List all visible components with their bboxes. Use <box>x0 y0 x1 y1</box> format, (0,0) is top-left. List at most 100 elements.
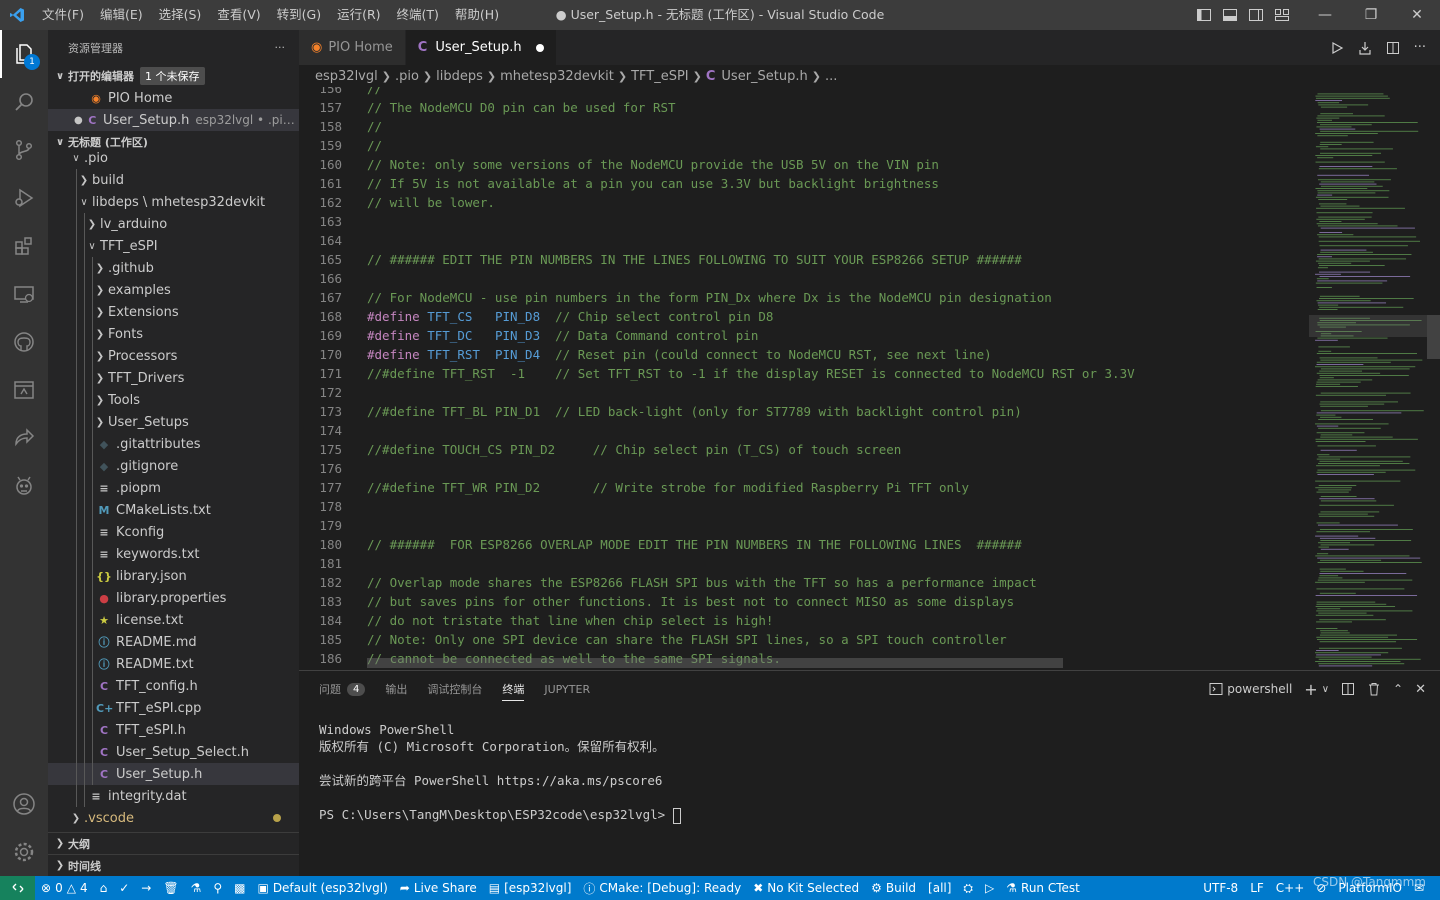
pio-env-selector[interactable]: ▣ Default (esp32lvgl) <box>251 876 393 900</box>
cmake-build-button[interactable]: ⚙ Build <box>865 876 922 900</box>
horizontal-scrollbar[interactable] <box>367 658 1063 668</box>
project-selector[interactable]: ▤ [esp32lvgl] <box>483 876 578 900</box>
outline-header[interactable]: ❯ 大纲 <box>48 832 299 854</box>
tree-item[interactable]: ∨ libdeps \ mhetesp32devkit <box>48 191 299 213</box>
unsaved-dot-icon[interactable] <box>535 43 544 52</box>
terminal-output[interactable]: Windows PowerShell 版权所有 (C) Microsoft Cor… <box>319 721 681 824</box>
close-panel-icon[interactable]: ✕ <box>1415 682 1426 697</box>
panel-tab[interactable]: 调试控制台 <box>417 671 492 707</box>
remote-explorer-activity[interactable] <box>0 270 48 318</box>
menu-item[interactable]: 终端(T) <box>389 0 447 30</box>
pio-test-button[interactable]: ⚗ <box>185 876 208 900</box>
breadcrumb-item[interactable]: User_Setup.h <box>721 69 807 84</box>
problems-indicator[interactable]: ⊗ 0 △ 4 <box>35 876 94 900</box>
tree-item[interactable]: ★ license.txt <box>48 609 299 631</box>
tree-item[interactable]: C TFT_eSPI.h <box>48 719 299 741</box>
menu-item[interactable]: 帮助(H) <box>447 0 507 30</box>
language-selector[interactable]: C++ <box>1270 876 1311 900</box>
maximize-panel-icon[interactable]: ⌃ <box>1393 682 1403 696</box>
tree-item[interactable]: ❯ .github <box>48 257 299 279</box>
launch-button[interactable]: ▷ <box>979 876 1000 900</box>
tree-item[interactable]: ❯ TFT_Drivers <box>48 367 299 389</box>
more-actions-icon[interactable]: ··· <box>1414 40 1426 55</box>
source-control-activity[interactable] <box>0 126 48 174</box>
tree-item[interactable]: ❯ Extensions <box>48 301 299 323</box>
tree-item[interactable]: ❯ build <box>48 169 299 191</box>
more-actions-icon[interactable]: ··· <box>275 41 286 54</box>
chevron-down-icon[interactable]: ∨ <box>1322 684 1329 695</box>
pio-serial-button[interactable]: ⚲ <box>207 876 228 900</box>
build-target-selector[interactable]: [all] <box>922 876 957 900</box>
debug-button[interactable]: ⛭ <box>957 876 979 900</box>
pio-clean-button[interactable]: 🗑 <box>157 876 184 900</box>
kit-selector[interactable]: ✖ No Kit Selected <box>747 876 865 900</box>
panel-tab[interactable]: JUPYTER <box>534 671 600 707</box>
tree-item[interactable]: ❯ Tools <box>48 389 299 411</box>
eol-selector[interactable]: LF <box>1244 876 1270 900</box>
split-editor-icon[interactable] <box>1386 41 1400 55</box>
toggle-panel-icon[interactable] <box>1222 7 1238 23</box>
tab-pio-home[interactable]: ◉ PIO Home <box>299 30 406 65</box>
tree-item[interactable]: ≡ .piopm <box>48 477 299 499</box>
accounts-activity[interactable] <box>0 780 48 828</box>
vertical-scrollbar[interactable] <box>1427 87 1440 669</box>
pio-upload-button[interactable]: → <box>135 876 157 900</box>
scrollbar-thumb[interactable] <box>1427 315 1440 359</box>
panel-tab[interactable]: 问题 4 <box>309 671 375 707</box>
breadcrumb-item[interactable]: mhetesp32devkit <box>500 69 614 84</box>
platformio-activity[interactable] <box>0 462 48 510</box>
tree-item[interactable]: ≡ keywords.txt <box>48 543 299 565</box>
live-share-button[interactable]: ➦ Live Share <box>394 876 483 900</box>
run-icon[interactable] <box>1330 41 1344 55</box>
pio-build-button[interactable]: ✓ <box>113 876 135 900</box>
tree-item[interactable]: ❯ Processors <box>48 345 299 367</box>
tree-item[interactable]: ⓘ README.txt <box>48 653 299 675</box>
breadcrumb-item[interactable]: ... <box>825 69 837 84</box>
timeline-header[interactable]: ❯ 时间线 <box>48 854 299 876</box>
minimap-viewport[interactable] <box>1309 315 1429 337</box>
open-editor-user-setup[interactable]: ● C User_Setup.h esp32lvgl • .pio\lib... <box>48 109 299 131</box>
tree-item[interactable]: ◆ .gitignore <box>48 455 299 477</box>
toggle-sidebar-icon[interactable] <box>1196 7 1212 23</box>
minimize-button[interactable]: — <box>1302 0 1348 30</box>
tree-item[interactable]: ❯ lv_arduino <box>48 213 299 235</box>
minimap[interactable] <box>1309 87 1429 669</box>
menu-item[interactable]: 编辑(E) <box>92 0 151 30</box>
trash-icon[interactable] <box>1367 682 1381 696</box>
panel-tab[interactable]: 终端 <box>492 671 534 707</box>
pio-home-button[interactable]: ⌂ <box>94 876 114 900</box>
tree-item[interactable]: M CMakeLists.txt <box>48 499 299 521</box>
tab-user-setup[interactable]: C User_Setup.h <box>405 30 557 65</box>
code-editor[interactable]: 156 // 157 // The NodeMCU D0 pin can be use… <box>299 87 1309 669</box>
open-editors-header[interactable]: ∨ 打开的编辑器 1 个未保存 <box>48 65 299 87</box>
menu-item[interactable]: 转到(G) <box>269 0 329 30</box>
explorer-activity[interactable]: 1 <box>0 30 48 78</box>
menu-item[interactable]: 选择(S) <box>151 0 210 30</box>
extensions-activity[interactable] <box>0 222 48 270</box>
manage-activity[interactable] <box>0 828 48 876</box>
cmake-status[interactable]: ⓘ CMake: [Debug]: Ready <box>577 876 747 900</box>
tree-item[interactable]: ❯ Fonts <box>48 323 299 345</box>
new-terminal-icon[interactable]: + <box>1304 680 1317 699</box>
search-activity[interactable] <box>0 78 48 126</box>
pio-terminal-button[interactable]: ▩ <box>228 876 251 900</box>
menu-item[interactable]: 运行(R) <box>329 0 388 30</box>
terminal-selector[interactable]: powershell <box>1209 682 1292 696</box>
tree-item[interactable]: ∨ .pio <box>48 147 299 169</box>
breadcrumb-item[interactable]: libdeps <box>436 69 483 84</box>
serial-monitor-activity[interactable] <box>0 366 48 414</box>
tree-item[interactable]: ≡ Kconfig <box>48 521 299 543</box>
toggle-secondary-sidebar-icon[interactable] <box>1248 7 1264 23</box>
unsaved-dot-icon[interactable]: ● <box>74 115 86 126</box>
tree-item[interactable]: ∨ TFT_eSPI <box>48 235 299 257</box>
encoding-selector[interactable]: UTF-8 <box>1197 876 1244 900</box>
breadcrumb-item[interactable]: TFT_eSPI <box>631 69 689 84</box>
tree-item[interactable]: C User_Setup_Select.h <box>48 741 299 763</box>
github-activity[interactable] <box>0 318 48 366</box>
tree-item[interactable]: ❯ .vscode <box>48 807 299 827</box>
tree-item[interactable]: ❯ User_Setups <box>48 411 299 433</box>
tree-item[interactable]: {} library.json <box>48 565 299 587</box>
tree-item[interactable]: ● library.properties <box>48 587 299 609</box>
run-ctest-button[interactable]: ⚗ Run CTest <box>1000 876 1086 900</box>
tree-item[interactable]: ≡ integrity.dat <box>48 785 299 807</box>
